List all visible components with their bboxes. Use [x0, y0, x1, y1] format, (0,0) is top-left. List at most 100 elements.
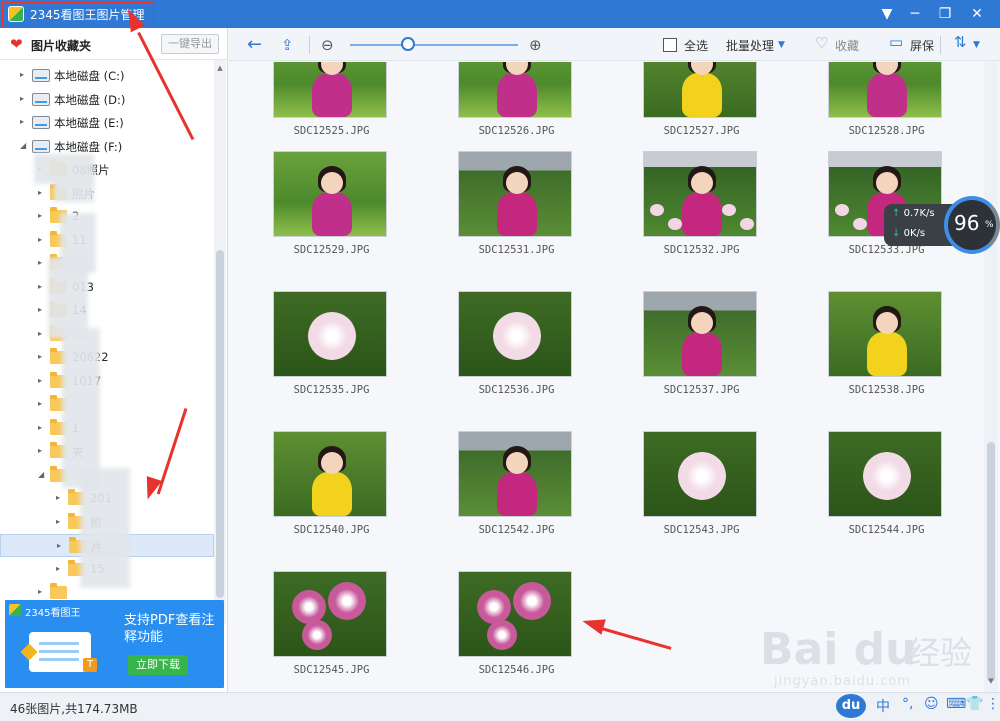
folder-item[interactable]: ▸1017 — [0, 370, 214, 393]
select-all-label[interactable]: 全选 — [684, 37, 708, 54]
photo-thumbnail[interactable] — [458, 151, 572, 237]
expand-right-icon[interactable]: ▸ — [57, 541, 61, 550]
upload-folder-icon[interactable]: ⇪ — [281, 35, 294, 55]
expand-right-icon[interactable]: ▸ — [38, 235, 42, 244]
chevron-down-icon[interactable]: ▼ — [778, 40, 785, 50]
expand-right-icon[interactable]: ▸ — [56, 564, 60, 573]
expand-right-icon[interactable]: ▸ — [38, 258, 42, 267]
restore-button[interactable]: ❐ — [934, 4, 956, 24]
folder-item[interactable]: ▸14 — [0, 299, 214, 322]
photo-thumbnail[interactable] — [643, 431, 757, 517]
folder-item[interactable]: ▸11 — [0, 229, 214, 252]
zoom-out-icon[interactable]: ⊖ — [321, 35, 334, 55]
export-button[interactable]: 一键导出 — [161, 34, 219, 54]
expand-right-icon[interactable]: ▸ — [38, 282, 42, 291]
minimize-button[interactable]: ─ — [904, 4, 926, 24]
photo-thumbnail[interactable] — [458, 431, 572, 517]
grid-scrollbar[interactable]: ▼ — [984, 62, 998, 692]
menu-dropdown-button[interactable]: ▼ — [876, 4, 898, 24]
expand-down-icon[interactable]: ◢ — [20, 141, 26, 150]
scroll-up-icon[interactable]: ▲ — [214, 62, 226, 74]
folder-item[interactable]: ▸照片 — [0, 182, 214, 205]
scrollbar-thumb[interactable] — [216, 250, 224, 598]
heart-outline-icon[interactable]: ♡ — [815, 34, 828, 52]
ime-menu-icon[interactable]: ⋮⋮ — [986, 696, 1000, 712]
ime-emoji-icon[interactable]: ☺ — [924, 696, 939, 712]
thumbnail-item[interactable]: SDC12542.JPG — [414, 431, 599, 571]
expand-right-icon[interactable]: ▸ — [38, 352, 42, 361]
photo-thumbnail[interactable] — [273, 291, 387, 377]
pdf-ad-banner[interactable]: 2345看图王 T 支持PDF查看注释功能 立即下载 — [5, 600, 224, 688]
photo-thumbnail[interactable] — [273, 151, 387, 237]
screensaver-button[interactable]: 屏保 — [910, 37, 934, 54]
thumbnail-item[interactable]: SDC12544.JPG — [784, 431, 969, 571]
expand-right-icon[interactable]: ▸ — [38, 376, 42, 385]
expand-right-icon[interactable]: ▸ — [20, 94, 24, 103]
favorite-button[interactable]: 收藏 — [835, 37, 859, 54]
expand-right-icon[interactable]: ▸ — [38, 188, 42, 197]
expand-right-icon[interactable]: ▸ — [56, 517, 60, 526]
expand-right-icon[interactable]: ▸ — [38, 211, 42, 220]
thumbnail-item[interactable]: SDC12531.JPG — [414, 151, 599, 291]
thumbnail-item[interactable]: SDC12532.JPG — [599, 151, 784, 291]
folder-item[interactable]: ▸08照片 — [0, 158, 214, 181]
ime-punctuation-toggle[interactable]: °, — [902, 696, 913, 712]
ime-toolbar[interactable]: du 中 °, ☺ ⌨ 👕 ⋮⋮ — [836, 692, 1000, 721]
photo-thumbnail[interactable] — [458, 62, 572, 118]
photo-thumbnail[interactable] — [828, 431, 942, 517]
thumbnail-item[interactable]: SDC12543.JPG — [599, 431, 784, 571]
drive-item[interactable]: ▸ 本地磁盘 (D:) — [0, 88, 214, 111]
zoom-slider-track[interactable] — [350, 44, 518, 46]
sidebar-scrollbar[interactable]: ▲ ▼ — [214, 60, 226, 624]
monitor-icon[interactable]: ▭ — [889, 33, 903, 51]
photo-thumbnail[interactable] — [458, 291, 572, 377]
favorites-title[interactable]: 图片收藏夹 — [31, 37, 91, 54]
photo-thumbnail[interactable] — [643, 291, 757, 377]
thumbnail-item[interactable]: SDC12537.JPG — [599, 291, 784, 431]
batch-process-menu[interactable]: 批量处理 — [726, 37, 774, 54]
photo-thumbnail[interactable] — [828, 62, 942, 118]
thumbnail-item[interactable]: SDC12546.JPG — [414, 571, 599, 692]
folder-item[interactable]: ▸夹 — [0, 440, 214, 463]
photo-thumbnail[interactable] — [273, 62, 387, 118]
expand-right-icon[interactable]: ▸ — [38, 329, 42, 338]
expand-down-icon[interactable]: ◢ — [38, 470, 44, 479]
expand-right-icon[interactable]: ▸ — [38, 446, 42, 455]
zoom-slider-knob[interactable] — [401, 37, 415, 51]
folder-item[interactable]: ▸2 — [0, 205, 214, 228]
expand-right-icon[interactable]: ▸ — [20, 70, 24, 79]
photo-thumbnail[interactable] — [643, 62, 757, 118]
folder-item[interactable]: ▸5 — [0, 323, 214, 346]
expand-right-icon[interactable]: ▸ — [38, 399, 42, 408]
photo-thumbnail[interactable] — [458, 571, 572, 657]
folder-item[interactable]: ▸ — [0, 252, 214, 275]
baidu-ime-logo[interactable]: du — [836, 694, 866, 718]
thumbnail-item[interactable]: SDC12529.JPG — [229, 151, 414, 291]
ime-keyboard-icon[interactable]: ⌨ — [946, 696, 966, 712]
sort-icon[interactable]: ⇅ — [954, 33, 967, 51]
photo-thumbnail[interactable] — [828, 291, 942, 377]
select-all-checkbox[interactable] — [663, 38, 677, 52]
chevron-down-icon[interactable]: ▼ — [973, 40, 980, 50]
thumbnail-item[interactable]: SDC12545.JPG — [229, 571, 414, 692]
expand-right-icon[interactable]: ▸ — [38, 423, 42, 432]
thumbnail-item[interactable]: SDC12536.JPG — [414, 291, 599, 431]
ime-chinese-toggle[interactable]: 中 — [876, 696, 890, 716]
thumbnail-item[interactable]: SDC12535.JPG — [229, 291, 414, 431]
network-speed-widget[interactable]: ↑ 0.7K/s ↓ 0K/s 96 % — [884, 196, 1000, 256]
expand-right-icon[interactable]: ▸ — [56, 493, 60, 502]
back-arrow-icon[interactable]: ← — [247, 35, 262, 55]
drive-item[interactable]: ◢ 本地磁盘 (F:) — [0, 135, 214, 158]
expand-right-icon[interactable]: ▸ — [38, 587, 42, 596]
thumbnail-item[interactable]: SDC12538.JPG — [784, 291, 969, 431]
expand-right-icon[interactable]: ▸ — [20, 117, 24, 126]
thumbnail-item[interactable]: SDC12540.JPG — [229, 431, 414, 571]
folder-item[interactable]: ▸013 — [0, 276, 214, 299]
folder-item[interactable]: ▸20622 — [0, 346, 214, 369]
drive-item[interactable]: ▸ 本地磁盘 (C:) — [0, 64, 214, 87]
close-button[interactable]: ✕ — [966, 4, 988, 24]
download-button[interactable]: 立即下载 — [128, 655, 188, 675]
expand-right-icon[interactable]: ▸ — [38, 305, 42, 314]
zoom-in-icon[interactable]: ⊕ — [529, 35, 542, 55]
photo-thumbnail[interactable] — [643, 151, 757, 237]
